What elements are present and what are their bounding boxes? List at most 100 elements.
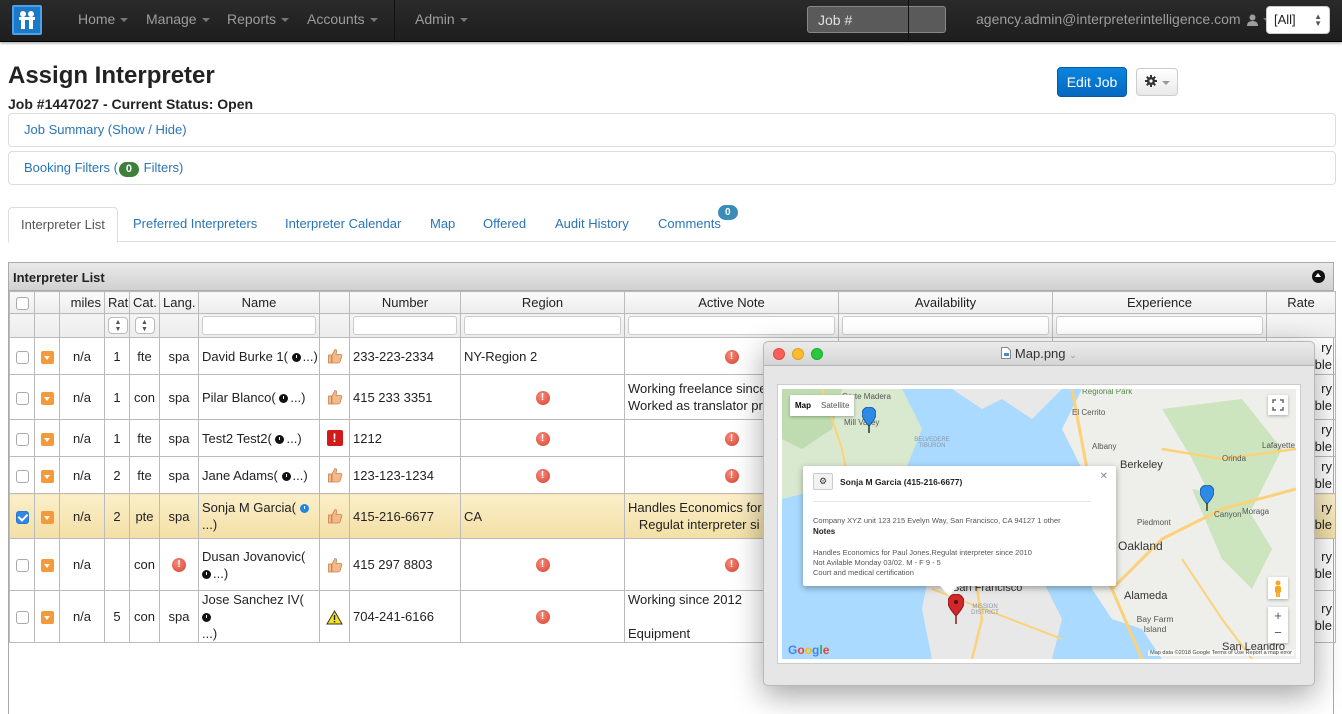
map-canvas[interactable]: Corte Madera Mill Valley Regional Park E… [782, 389, 1296, 659]
job-summary-toggle-link[interactable]: Job Summary (Show / Hide) [24, 122, 187, 137]
nav-admin[interactable]: Admin [415, 11, 468, 27]
interpreter-name[interactable]: Dusan Jovanovic( [202, 549, 305, 564]
info-window-close-icon[interactable]: ✕ [1100, 471, 1108, 482]
row-checkbox[interactable] [15, 510, 29, 524]
row-checkbox[interactable] [15, 432, 29, 446]
map-zoom-in-button[interactable]: + [1268, 607, 1288, 624]
nav-home[interactable]: Home [78, 11, 129, 27]
window-titlebar[interactable]: Map.png ⌄ [764, 342, 1314, 366]
clock-icon[interactable] [275, 434, 285, 444]
row-actions-dropdown-button[interactable] [40, 559, 54, 573]
name-cell[interactable]: Dusan Jovanovic(...) [198, 538, 320, 591]
map-marker-blue-icon[interactable] [1200, 485, 1214, 511]
row-actions-dropdown-button[interactable] [40, 611, 54, 625]
tab-audit-history[interactable]: Audit History [543, 207, 641, 242]
number-cell: 415-216-6677 [349, 493, 461, 539]
map-marker-red-icon[interactable] [948, 594, 964, 624]
interpreter-name[interactable]: Jane Adams( [202, 468, 278, 483]
column-header-availability[interactable]: Availability [838, 291, 1053, 314]
document-icon [1001, 347, 1012, 359]
row-actions-dropdown-button[interactable] [40, 510, 54, 524]
number-filter-input[interactable] [353, 316, 457, 335]
column-header-miles[interactable]: miles [59, 291, 105, 314]
chevron-down-icon [369, 18, 378, 23]
interpreter-name[interactable]: Sonja M Garcia( [202, 500, 296, 515]
row-checkbox[interactable] [15, 350, 29, 364]
interpreter-name[interactable]: Jose Sanchez IV( [202, 592, 304, 607]
clock-icon[interactable] [202, 613, 211, 623]
nav-reports[interactable]: Reports [227, 11, 290, 27]
clock-icon[interactable] [281, 471, 291, 481]
map-marker-blue-icon[interactable] [862, 407, 876, 433]
map-type-map-button[interactable]: Map [790, 395, 816, 416]
scope-select[interactable]: [All] ▲ ▼ [1266, 6, 1330, 34]
collapse-grid-icon[interactable] [1312, 270, 1325, 283]
column-header-rate[interactable]: Rate [1266, 291, 1336, 314]
tab-interpreter-calendar[interactable]: Interpreter Calendar [273, 207, 413, 242]
number-cell: 123-123-1234 [349, 456, 461, 494]
interpreter-name[interactable]: Pilar Blanco( [202, 390, 276, 405]
row-checkbox[interactable] [15, 469, 29, 483]
row-checkbox[interactable] [15, 391, 29, 405]
chevron-down-icon [459, 18, 468, 23]
nav-accounts[interactable]: Accounts [307, 11, 378, 27]
availability-filter-input[interactable] [842, 316, 1049, 335]
fullscreen-button[interactable] [1268, 395, 1288, 415]
column-header-experience[interactable]: Experience [1052, 291, 1267, 314]
tab-preferred-interpreters[interactable]: Preferred Interpreters [121, 207, 269, 242]
name-cell[interactable]: Sonja M Garcia( ...) [198, 493, 320, 539]
street-view-pegman[interactable] [1268, 577, 1288, 599]
rating-filter-select[interactable]: ▲ ▼ [108, 317, 128, 334]
name-cell[interactable]: Pilar Blanco( ...) [198, 374, 320, 420]
interpreter-name[interactable]: David Burke 1( [202, 349, 288, 364]
map-attribution[interactable]: Map data ©2018 Google Terms of Use Repor… [1148, 650, 1294, 656]
select-all-checkbox[interactable] [15, 297, 29, 311]
booking-filters-link[interactable]: Booking Filters (0 Filters) [24, 160, 183, 177]
name-cell[interactable]: Jane Adams( ...) [198, 456, 320, 494]
filter-cell [34, 313, 60, 338]
fullscreen-icon [1272, 399, 1284, 411]
tab-map[interactable]: Map [418, 207, 467, 242]
clock-icon[interactable] [202, 569, 211, 579]
column-header-actions [34, 291, 60, 314]
row-checkbox[interactable] [15, 559, 29, 573]
info-window-gear-button[interactable]: ⚙ [813, 473, 833, 490]
region-filter-input[interactable] [464, 316, 621, 335]
column-header-active-note[interactable]: Active Note [624, 291, 839, 314]
column-header-category[interactable]: Cat. [129, 291, 160, 314]
column-header-language[interactable]: Lang. [159, 291, 199, 314]
tab-interpreter-list[interactable]: Interpreter List [8, 207, 118, 243]
settings-dropdown-button[interactable] [1136, 68, 1178, 96]
category-filter-select[interactable]: ▲ ▼ [134, 317, 155, 334]
name-cell[interactable]: David Burke 1( ...) [198, 337, 320, 375]
column-header-name[interactable]: Name [198, 291, 320, 314]
name-cell[interactable]: Test2 Test2( ...) [198, 419, 320, 457]
row-checkbox[interactable] [15, 611, 29, 625]
clock-icon[interactable] [291, 352, 301, 362]
user-menu[interactable]: agency.admin@interpreterintelligence.com [976, 11, 1272, 27]
tab-offered[interactable]: Offered [471, 207, 538, 242]
name-cell[interactable]: Jose Sanchez IV( ...) [198, 590, 320, 643]
job-number-search-input[interactable] [807, 6, 946, 33]
brand-logo[interactable] [12, 5, 42, 35]
active-note-filter-input[interactable] [628, 316, 835, 335]
nav-manage[interactable]: Manage [146, 11, 210, 27]
map-type-satellite-button[interactable]: Satellite [816, 395, 854, 416]
clock-icon[interactable] [279, 393, 289, 403]
map-info-window: ⚙ Sonja M Garcia (415-216-6677) ✕ Compan… [803, 466, 1116, 586]
row-actions-dropdown-button[interactable] [40, 350, 54, 364]
column-header-region[interactable]: Region [460, 291, 625, 314]
clock-icon[interactable] [299, 504, 309, 514]
row-actions-dropdown-button[interactable] [40, 432, 54, 446]
edit-job-button[interactable]: Edit Job [1057, 67, 1127, 97]
row-actions-dropdown-button[interactable] [40, 469, 54, 483]
map-label: El Cerrito [1072, 408, 1106, 417]
no-region-icon: ! [535, 431, 550, 446]
experience-filter-input[interactable] [1056, 316, 1263, 335]
interpreter-name[interactable]: Test2 Test2( [202, 431, 272, 446]
name-filter-input[interactable] [202, 316, 316, 335]
column-header-number[interactable]: Number [349, 291, 461, 314]
row-actions-dropdown-button[interactable] [40, 391, 54, 405]
column-header-rating[interactable]: Rat [104, 291, 130, 314]
map-zoom-out-button[interactable]: − [1268, 624, 1288, 641]
